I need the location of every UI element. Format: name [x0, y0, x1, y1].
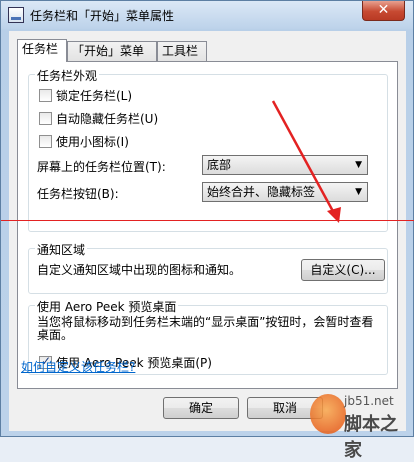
notify-description: 自定义通知区域中出现的图标和通知。 [37, 263, 242, 277]
aero-group-title: 使用 Aero Peek 预览桌面 [35, 298, 179, 315]
position-select[interactable]: 底部 ▼ [202, 155, 368, 175]
checkbox-box[interactable] [39, 112, 52, 125]
notify-group: 通知区域 自定义通知区域中出现的图标和通知。 自定义(C)... [28, 241, 388, 294]
notify-group-title: 通知区域 [35, 241, 88, 258]
help-link[interactable]: 如何自定义该任务栏? [21, 358, 135, 375]
lock-taskbar-checkbox[interactable]: 锁定任务栏(L) [39, 87, 132, 103]
ok-button[interactable]: 确定 [163, 397, 239, 419]
appearance-group: 任务栏外观 锁定任务栏(L) 自动隐藏任务栏(U) 使用小图标(I) 屏幕上的任… [28, 67, 388, 232]
watermark-name: 脚本之家 [344, 414, 398, 461]
annotation-line [1, 220, 414, 221]
aero-description: 当您将鼠标移动到任务栏末端的“显示桌面”按钮时，会暂时查看桌面。 [37, 315, 374, 342]
tab-start-menu[interactable]: 「开始」菜单 [67, 41, 157, 61]
checkbox-label: 使用小图标(I) [56, 135, 129, 149]
checkbox-label: 锁定任务栏(L) [56, 89, 133, 103]
buttons-select-value: 始终合并、隐藏标签 [207, 185, 316, 199]
buttons-select[interactable]: 始终合并、隐藏标签 ▼ [202, 182, 368, 202]
window-title: 任务栏和「开始」菜单属性 [30, 9, 175, 23]
small-icons-checkbox[interactable]: 使用小图标(I) [39, 133, 129, 149]
checkbox-box[interactable] [39, 89, 52, 102]
watermark-site: jb51.net [344, 394, 394, 408]
chevron-down-icon: ▼ [355, 160, 362, 170]
properties-window: 任务栏和「开始」菜单属性 ✕ 任务栏 「开始」菜单 工具栏 任务栏外观 锁定任务… [0, 0, 414, 461]
position-label: 屏幕上的任务栏位置(T): [37, 160, 166, 174]
checkbox-label: 自动隐藏任务栏(U) [56, 112, 159, 126]
title-bar[interactable]: 任务栏和「开始」菜单属性 ✕ [1, 1, 413, 29]
dialog-client: 任务栏 「开始」菜单 工具栏 任务栏外观 锁定任务栏(L) 自动隐藏任务栏(U)… [9, 31, 406, 431]
close-button[interactable]: ✕ [362, 1, 405, 21]
appearance-group-title: 任务栏外观 [35, 67, 100, 84]
position-select-value: 底部 [207, 158, 232, 172]
tab-toolbars[interactable]: 工具栏 [157, 41, 207, 61]
taskbar-tab-panel: 任务栏外观 锁定任务栏(L) 自动隐藏任务栏(U) 使用小图标(I) 屏幕上的任… [17, 61, 398, 389]
customize-button[interactable]: 自定义(C)... [301, 259, 385, 281]
chevron-down-icon: ▼ [355, 187, 362, 197]
buttons-label: 任务栏按钮(B): [37, 187, 119, 201]
checkbox-box[interactable] [39, 135, 52, 148]
watermark-logo-icon [310, 394, 346, 434]
taskbar-app-icon [8, 7, 24, 23]
autohide-taskbar-checkbox[interactable]: 自动隐藏任务栏(U) [39, 110, 158, 126]
tab-taskbar[interactable]: 任务栏 [17, 39, 67, 62]
